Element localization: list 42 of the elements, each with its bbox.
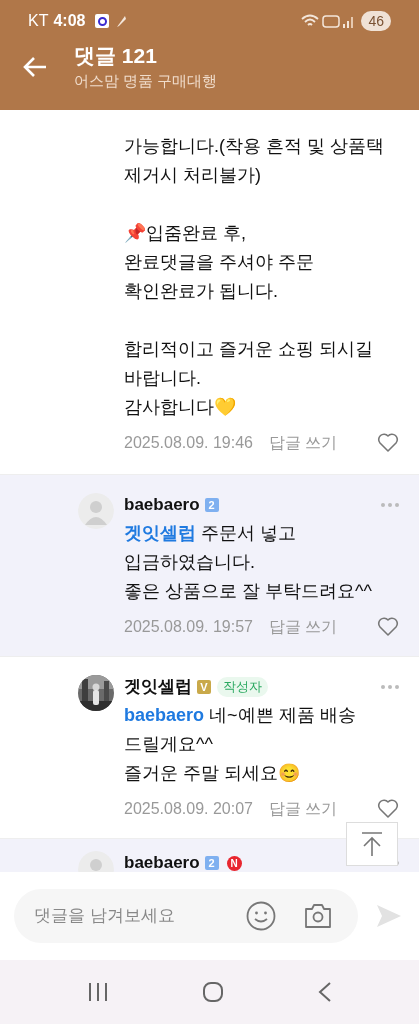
reply-link[interactable]: 답글 쓰기 [269, 431, 338, 455]
mention-link[interactable]: baebaero [124, 705, 205, 725]
heart-icon[interactable] [377, 433, 399, 453]
home-icon[interactable] [201, 981, 224, 1003]
reply-link[interactable]: 답글 쓰기 [269, 797, 338, 821]
recent-apps-icon[interactable] [86, 981, 109, 1003]
page-title: 댓글 121 [74, 43, 158, 69]
comment-date: 2025.08.09. 19:46 [124, 433, 253, 453]
grade-badge: V [197, 680, 211, 694]
camera-icon[interactable] [303, 903, 333, 929]
heart-icon[interactable] [377, 799, 399, 819]
reply-link[interactable]: 답글 쓰기 [269, 615, 338, 639]
arrow-left-icon [22, 56, 48, 78]
author-name: baebaero [124, 494, 200, 517]
writer-tag: 작성자 [217, 677, 268, 697]
new-badge: N [226, 855, 242, 871]
comment-input-field[interactable]: 댓글을 남겨보세요 [14, 889, 358, 943]
feather-icon [115, 14, 128, 28]
app-icon [95, 14, 110, 28]
comment-date: 2025.08.09. 19:57 [124, 617, 253, 637]
page-subtitle: 어스맘 명품 구매대행 [74, 71, 218, 91]
wifi-icon [301, 14, 320, 28]
comment-date: 2025.08.09. 20:07 [124, 799, 253, 819]
scroll-to-top-button[interactable] [346, 822, 398, 866]
avatar-icon [78, 493, 114, 529]
author-name: 겟잇셀럽 [124, 676, 192, 699]
mention-link[interactable]: 겟잇셀럽 [124, 523, 196, 543]
battery-indicator: 46 [361, 11, 391, 31]
grade-badge: 2 [204, 856, 219, 870]
back-nav-icon[interactable] [316, 981, 333, 1003]
clock-text: 4:08 [53, 11, 86, 31]
carrier-text: KT [28, 11, 49, 31]
grade-badge: 2 [204, 498, 219, 512]
comment-text: baebaero 네~예쁜 제품 배송 드릴게요^^ 즐거운 주말 되세요😊 [124, 704, 357, 785]
signal-icon [343, 14, 356, 28]
emoji-icon[interactable] [246, 901, 276, 931]
arrow-up-icon [361, 831, 383, 857]
author-name: baebaero [124, 852, 200, 872]
hd-icon [322, 14, 341, 28]
heart-icon[interactable] [377, 617, 399, 637]
comment-text: 가능합니다.(착용 흔적 및 상품택 제거시 처리불가) 📌입줌완료 후, 완료댓글을 주셔야 주문 확인완료가 됩니다. 합리적이고 즐거운 쇼핑 되시길 바랍니다. 감사합니다💛 [124, 135, 385, 419]
comment-text: 겟잇셀럽 주문서 넣고 입금하였습니다. 좋은 상품으로 잘 부탁드려요^^ [124, 522, 373, 603]
